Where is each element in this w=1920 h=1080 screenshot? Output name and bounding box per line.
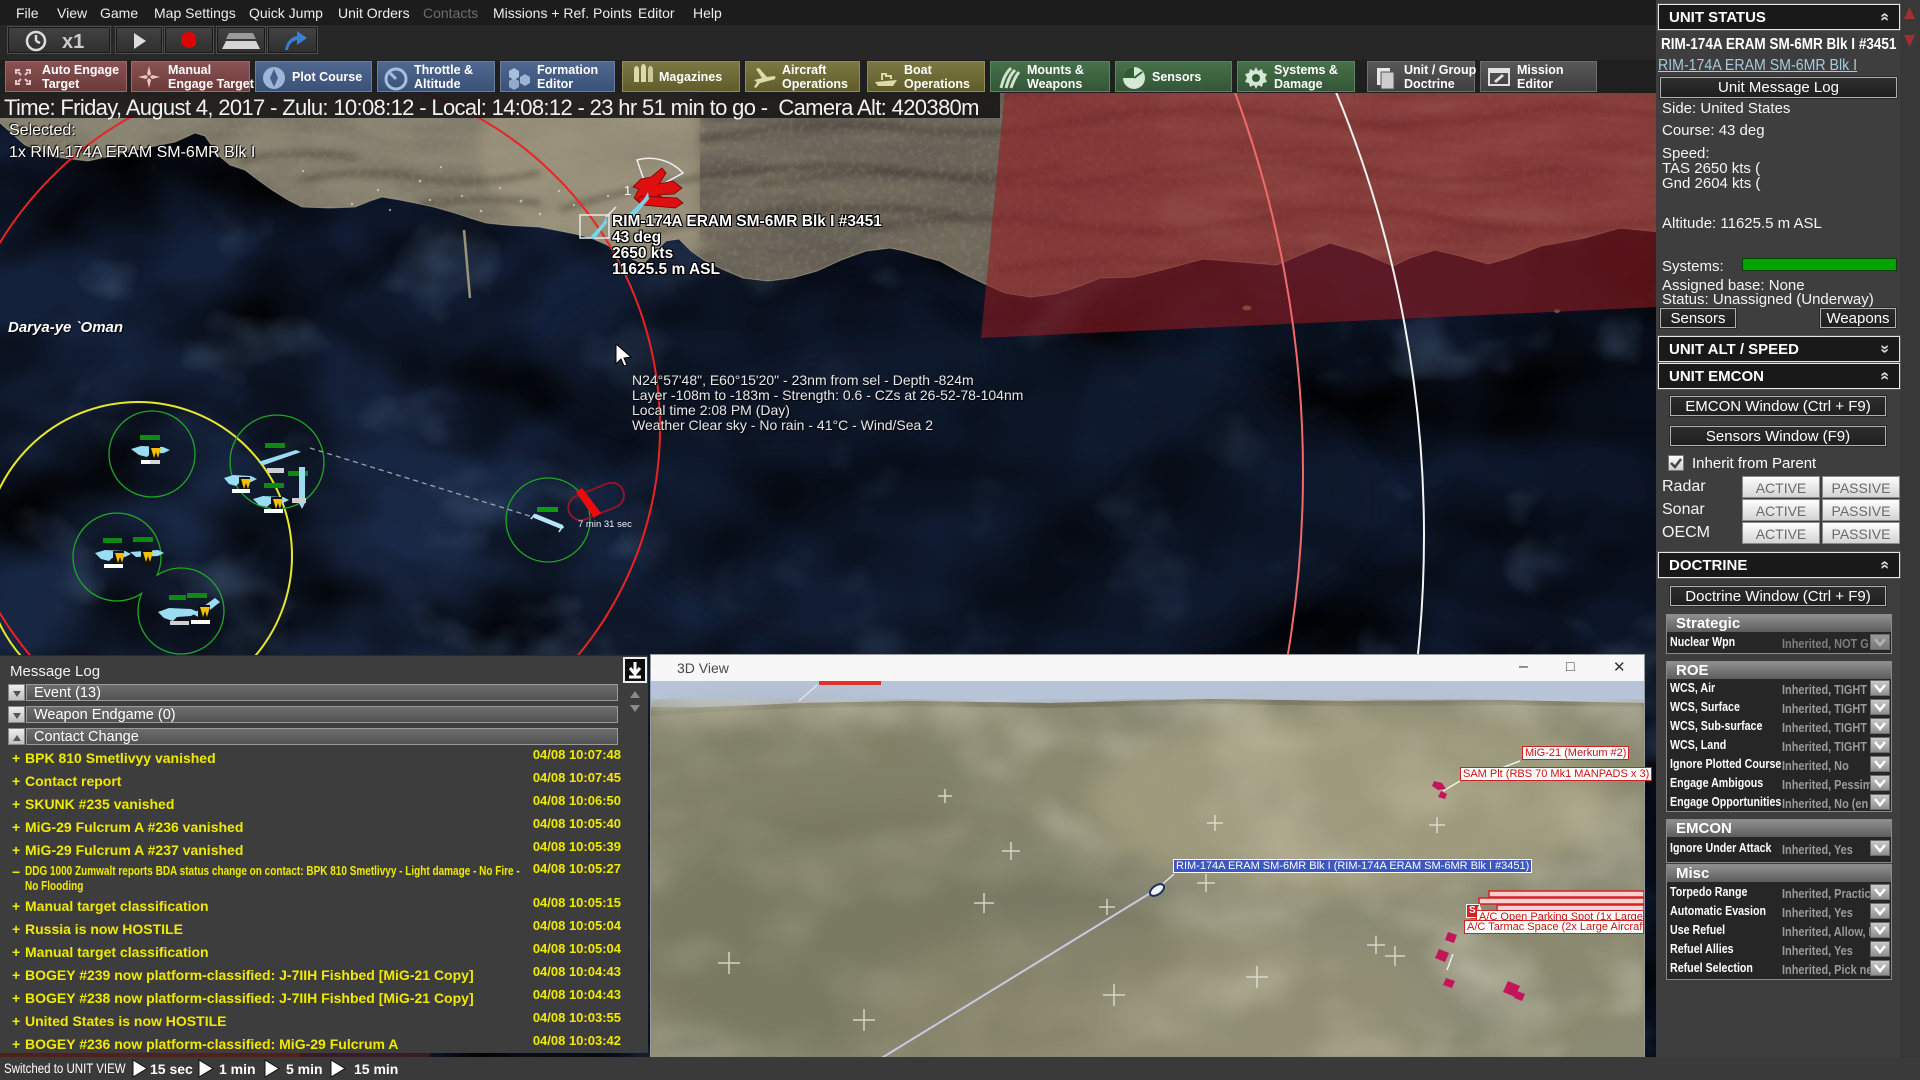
svg-text:1: 1 [624, 183, 631, 198]
svg-text:x1: x1 [62, 31, 84, 53]
svg-text:7 min 31 sec: 7 min 31 sec [578, 519, 632, 530]
